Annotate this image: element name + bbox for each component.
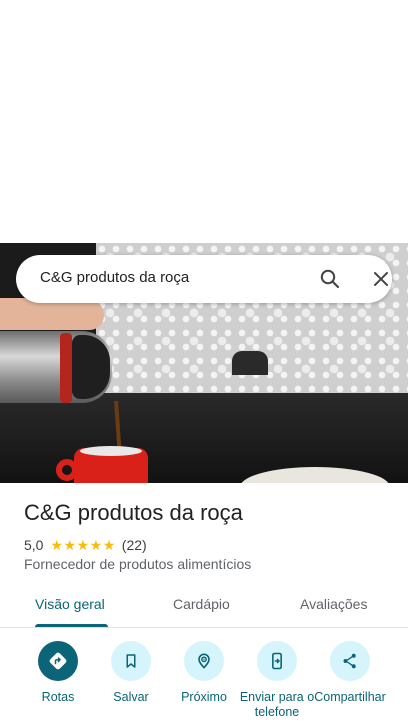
directions-icon bbox=[38, 641, 78, 681]
directions-button[interactable]: Rotas bbox=[18, 641, 98, 726]
share-label: Compartilhar bbox=[314, 690, 386, 704]
tab-reviews[interactable]: Avaliações bbox=[300, 596, 367, 612]
send-to-phone-icon bbox=[257, 641, 297, 681]
send-to-phone-button[interactable]: Enviar para o telefone bbox=[237, 641, 317, 726]
tab-bar: Visão geral Cardápio Avaliações bbox=[0, 590, 408, 628]
star-rating: ★ ★ ★ ★ ★ bbox=[50, 538, 115, 552]
nearby-label: Próximo bbox=[181, 690, 227, 704]
bookmark-icon bbox=[111, 641, 151, 681]
star-icon: ★ bbox=[76, 537, 90, 553]
reviews-count[interactable]: (22) bbox=[122, 537, 147, 553]
directions-label: Rotas bbox=[41, 690, 75, 704]
search-input[interactable]: C&G produtos da roça bbox=[40, 269, 189, 286]
save-label: Salvar bbox=[113, 690, 149, 704]
close-icon[interactable] bbox=[369, 267, 393, 291]
tab-menu[interactable]: Cardápio bbox=[173, 596, 230, 612]
rating-row[interactable]: 5,0 ★ ★ ★ ★ ★ (22) bbox=[24, 536, 147, 554]
search-box[interactable]: C&G produtos da roça bbox=[16, 255, 392, 303]
send-to-phone-label: Enviar para o telefone bbox=[239, 690, 315, 719]
star-icon: ★ bbox=[89, 537, 103, 553]
active-tab-indicator bbox=[35, 624, 108, 627]
search-icon[interactable] bbox=[318, 267, 342, 291]
save-button[interactable]: Salvar bbox=[91, 641, 171, 726]
tab-overview[interactable]: Visão geral bbox=[35, 596, 105, 612]
nearby-button[interactable]: Próximo bbox=[164, 641, 244, 726]
rating-value: 5,0 bbox=[24, 537, 44, 553]
star-icon: ★ bbox=[63, 537, 77, 553]
star-icon: ★ bbox=[50, 537, 64, 553]
share-button[interactable]: Compartilhar bbox=[310, 641, 390, 726]
nearby-icon bbox=[184, 641, 224, 681]
star-icon: ★ bbox=[102, 537, 116, 553]
share-icon bbox=[330, 641, 370, 681]
place-category[interactable]: Fornecedor de produtos alimentícios bbox=[24, 556, 251, 572]
place-title: C&G produtos da roça bbox=[24, 500, 243, 525]
